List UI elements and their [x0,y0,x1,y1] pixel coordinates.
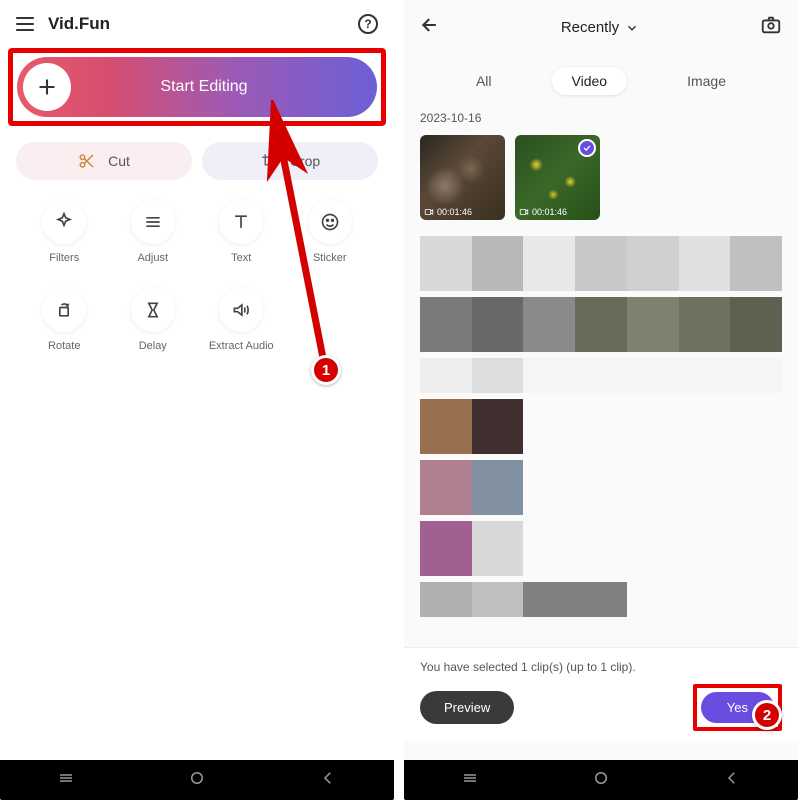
android-navbar [0,760,394,800]
delay-icon [143,300,163,320]
header: Vid.Fun ? [0,0,394,48]
crop-icon [260,152,278,170]
app-title: Vid.Fun [48,14,344,34]
help-icon[interactable]: ? [358,14,378,34]
tool-adjust[interactable]: Adjust [109,200,198,264]
duration-label: 00:01:46 [424,207,472,217]
nav-recents-icon[interactable] [57,769,75,792]
nav-home-icon[interactable] [592,769,610,792]
cut-label: Cut [108,153,130,169]
android-navbar [404,760,798,800]
nav-back-icon[interactable] [319,769,337,792]
tool-filters[interactable]: Filters [20,200,109,264]
tool-text[interactable]: Text [197,200,286,264]
video-thumbnail-2[interactable]: 00:01:46 [515,135,600,220]
audio-icon [231,300,251,320]
start-editing-label: Start Editing [71,78,377,96]
annotation-highlight-2: Yes [693,684,782,731]
crop-label: Crop [290,153,320,169]
filters-icon [54,212,74,232]
adjust-icon [143,212,163,232]
sticker-icon [320,212,340,232]
text-icon [231,212,251,232]
tool-rotate[interactable]: Rotate [20,288,109,352]
header: Recently [404,0,798,55]
menu-icon[interactable] [16,17,34,31]
selection-footer: You have selected 1 clip(s) (up to 1 cli… [404,647,798,741]
nav-home-icon[interactable] [188,769,206,792]
nav-recents-icon[interactable] [461,769,479,792]
start-editing-button[interactable]: Start Editing [17,57,377,117]
rotate-icon [54,300,74,320]
chevron-down-icon [625,21,639,35]
tool-delay[interactable]: Delay [109,288,198,352]
blurred-content [420,236,782,617]
tab-all[interactable]: All [456,67,512,95]
camera-icon[interactable] [760,14,782,41]
date-header: 2023-10-16 [404,107,798,129]
media-tabs: All Video Image [404,55,798,107]
annotation-highlight-1: Start Editing [8,48,386,126]
nav-back-icon[interactable] [723,769,741,792]
album-dropdown[interactable]: Recently [561,19,639,36]
cut-button[interactable]: Cut [16,142,192,180]
duration-label: 00:01:46 [519,207,567,217]
tab-image[interactable]: Image [667,67,746,95]
tool-extract-audio[interactable]: Extract Audio [197,288,286,352]
video-thumbnail-1[interactable]: 00:01:46 [420,135,505,220]
crop-button[interactable]: Crop [202,142,378,180]
tool-sticker[interactable]: Sticker [286,200,375,264]
scissors-icon [78,152,96,170]
yes-button[interactable]: Yes [701,692,774,723]
back-icon[interactable] [420,15,440,40]
tab-video[interactable]: Video [552,67,628,95]
selected-check-icon [578,139,596,157]
plus-icon [23,63,71,111]
selection-text: You have selected 1 clip(s) (up to 1 cli… [420,660,782,674]
preview-button[interactable]: Preview [420,691,514,724]
